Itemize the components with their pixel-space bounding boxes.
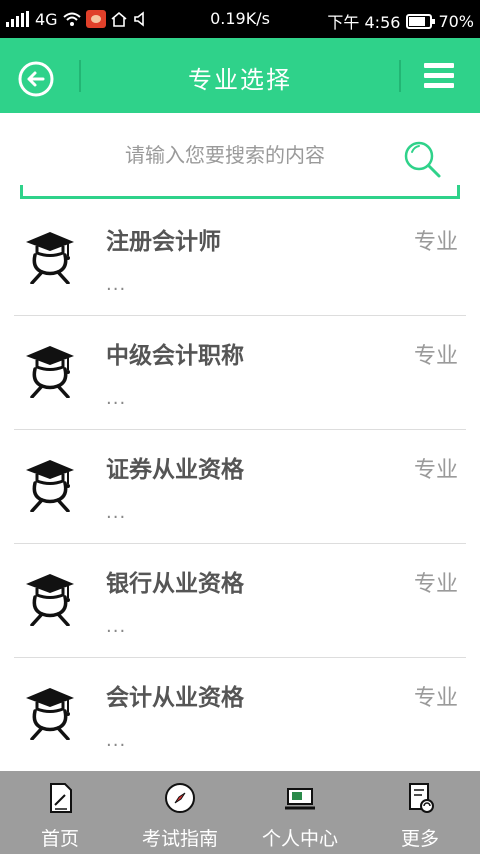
item-tag: 专业	[413, 686, 458, 711]
search-underline	[20, 185, 460, 199]
graduate-cap-icon	[24, 230, 76, 284]
nav-label: 个人中心	[261, 828, 338, 850]
search-bar	[20, 113, 460, 199]
bottom-navigation: 首页 考试指南 个人中心 更多	[0, 771, 480, 854]
item-title: 会计从业资格	[106, 685, 244, 711]
header-divider-right	[399, 60, 401, 92]
laptop-icon	[285, 788, 315, 810]
item-title: 注册会计师	[106, 229, 221, 255]
list-item[interactable]: 中级会计职称 ... 专业	[14, 316, 466, 430]
item-subtitle: ...	[106, 388, 127, 409]
nav-item-home[interactable]: 首页	[0, 771, 120, 854]
major-list: 注册会计师 ... 专业 中级会计职称 ... 专业 证券从业资格 ... 专业…	[14, 202, 466, 772]
item-subtitle: ...	[106, 502, 127, 523]
graduate-cap-icon	[24, 458, 76, 512]
item-tag: 专业	[413, 458, 458, 483]
nav-label: 考试指南	[141, 828, 218, 850]
page-title: 专业选择	[188, 66, 292, 94]
list-item[interactable]: 证券从业资格 ... 专业	[14, 430, 466, 544]
item-title: 银行从业资格	[106, 571, 244, 597]
document-icon	[50, 783, 72, 813]
nav-label: 更多	[400, 828, 439, 850]
list-item[interactable]: 银行从业资格 ... 专业	[14, 544, 466, 658]
clock: 下午 4:56	[327, 13, 401, 32]
item-title: 证券从业资格	[106, 457, 244, 483]
item-subtitle: ...	[106, 616, 127, 637]
nav-item-exam-guide[interactable]: 考试指南	[120, 771, 240, 854]
hamburger-menu-icon[interactable]	[424, 63, 458, 89]
item-tag: 专业	[413, 230, 458, 255]
item-tag: 专业	[413, 572, 458, 597]
more-clipboard-icon	[409, 783, 434, 813]
search-icon[interactable]	[402, 139, 442, 179]
graduate-cap-icon	[24, 686, 76, 740]
graduate-cap-icon	[24, 344, 76, 398]
nav-item-more[interactable]: 更多	[360, 771, 480, 854]
nav-label: 首页	[40, 828, 79, 850]
item-title: 中级会计职称	[106, 343, 244, 369]
compass-icon	[165, 783, 195, 813]
app-header: 专业选择	[0, 38, 480, 113]
status-bar: 4G 0.19K/s 下午 4:56 70%	[0, 0, 480, 38]
nav-item-profile[interactable]: 个人中心	[240, 771, 360, 854]
item-tag: 专业	[413, 344, 458, 369]
list-item[interactable]: 会计从业资格 ... 专业	[14, 658, 466, 772]
list-item[interactable]: 注册会计师 ... 专业	[14, 202, 466, 316]
battery-level: 70%	[438, 11, 474, 31]
item-subtitle: ...	[106, 730, 127, 751]
graduate-cap-icon	[24, 572, 76, 626]
status-right: 下午 4:56 70%	[327, 9, 474, 33]
battery-icon	[406, 13, 436, 29]
item-subtitle: ...	[106, 274, 127, 295]
